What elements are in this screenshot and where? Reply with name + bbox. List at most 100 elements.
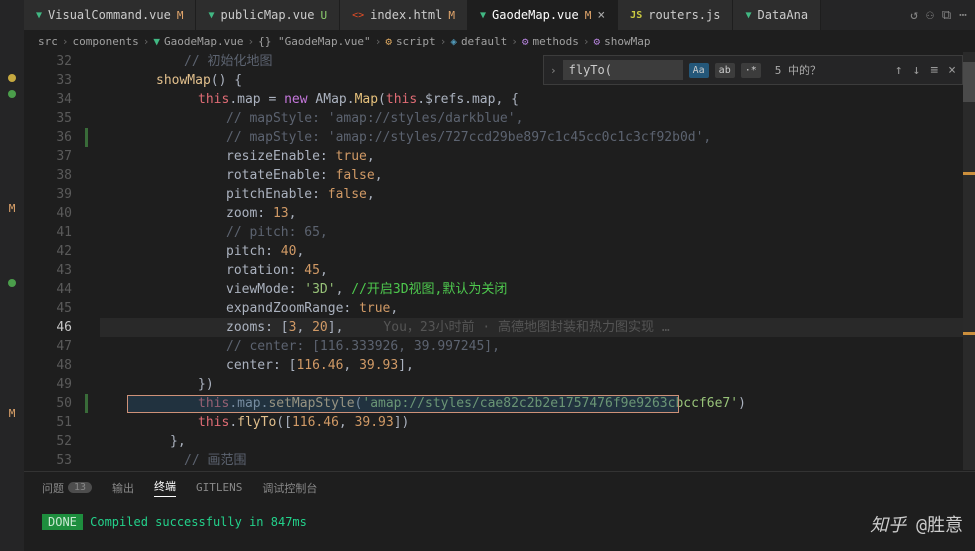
module-icon: ◈ — [450, 35, 457, 48]
code-text: // mapStyle: 'amap://styles/darkblue', — [226, 109, 523, 128]
code-text: // center: [116.333926, 39.997245], — [226, 337, 500, 356]
line-number: 53 — [24, 451, 72, 470]
people-icon[interactable]: ⚇ — [926, 8, 934, 23]
code-text: rotateEnable: — [226, 166, 336, 185]
code-text: 116.46 — [292, 413, 339, 432]
vue-icon: ▼ — [153, 35, 160, 48]
breadcrumbs[interactable]: src › components › ▼ GaodeMap.vue › {} "… — [24, 30, 975, 52]
breadcrumb-item[interactable]: default — [461, 35, 507, 48]
bottom-panel: 问题13 输出 终端 GITLENS 调试控制台 DONE Compiled s… — [24, 471, 975, 551]
breadcrumb-item[interactable]: components — [73, 35, 139, 48]
breadcrumb-item[interactable]: src — [38, 35, 58, 48]
code-text: , — [289, 204, 297, 223]
find-toggle-icon[interactable]: › — [550, 64, 557, 77]
code-text: , — [296, 318, 312, 337]
tab-terminal[interactable]: 终端 — [154, 478, 176, 497]
find-next-icon[interactable]: ↓ — [913, 63, 921, 78]
line-number: 34 — [24, 90, 72, 109]
code-text: .map = — [229, 90, 284, 109]
code-text: viewMode: — [226, 280, 304, 299]
tab-gitlens[interactable]: GITLENS — [196, 478, 242, 497]
find-result-info: 5 中的？ — [775, 62, 821, 78]
tab-dataana[interactable]: ▼ DataAna — [733, 0, 821, 30]
code-text: 45 — [304, 261, 320, 280]
more-icon[interactable]: ⋯ — [959, 8, 967, 23]
split-icon[interactable]: ⧉ — [942, 8, 951, 23]
tab-visualcommand[interactable]: ▼ VisualCommand.vue M — [24, 0, 196, 30]
chevron-right-icon: › — [511, 35, 518, 48]
code-text: showMap — [156, 71, 211, 90]
code-text: , — [339, 413, 355, 432]
code-text: ( — [378, 90, 386, 109]
breadcrumb-item[interactable]: methods — [533, 35, 579, 48]
chevron-right-icon: › — [247, 35, 254, 48]
code-text: .$refs.map, { — [417, 90, 519, 109]
line-number: 50 — [24, 394, 72, 413]
code-editor[interactable]: 32 33 34 35 36 37 38 39 40 41 42 43 44 4… — [24, 52, 975, 470]
line-number: 48 — [24, 356, 72, 375]
code-text: // pitch: 65, — [226, 223, 328, 242]
badge: 13 — [68, 482, 92, 493]
line-number: 46 — [24, 318, 72, 337]
git-status-m: M — [0, 407, 24, 420]
activity-dot — [8, 90, 16, 98]
code-text: this — [386, 90, 417, 109]
panel-tabs: 问题13 输出 终端 GITLENS 调试控制台 — [24, 472, 975, 503]
find-input[interactable] — [563, 60, 683, 80]
find-prev-icon[interactable]: ↑ — [895, 63, 903, 78]
code-text: .map. — [229, 394, 268, 413]
find-close-icon[interactable]: × — [948, 63, 956, 78]
code-text: '3D' — [304, 280, 335, 299]
activity-bar: M M — [0, 0, 24, 551]
tab-status: U — [320, 9, 327, 22]
terminal-output[interactable]: DONE Compiled successfully in 847ms — [24, 503, 975, 541]
breadcrumb-item[interactable]: GaodeMap.vue — [164, 35, 243, 48]
line-number: 45 — [24, 299, 72, 318]
code-text: // 初始化地图 — [184, 52, 272, 71]
code-text: 39.93 — [355, 413, 394, 432]
match-word-button[interactable]: ab — [715, 63, 735, 78]
line-number: 41 — [24, 223, 72, 242]
close-icon[interactable]: × — [597, 8, 605, 23]
find-selection-icon[interactable]: ≡ — [930, 63, 938, 78]
line-number: 51 — [24, 413, 72, 432]
code-text: true — [359, 299, 390, 318]
code-text: true — [336, 147, 367, 166]
history-icon[interactable]: ↺ — [910, 8, 918, 23]
tab-problems[interactable]: 问题13 — [42, 478, 92, 497]
code-text: setMapStyle — [268, 394, 354, 413]
tab-status: M — [448, 9, 455, 22]
breadcrumb-item[interactable]: {} "GaodeMap.vue" — [258, 35, 371, 48]
match-case-button[interactable]: Aa — [689, 63, 709, 78]
regex-button[interactable]: ·* — [741, 63, 761, 78]
code-text: ]) — [394, 413, 410, 432]
method-icon: ⚙ — [522, 35, 529, 48]
tab-publicmap[interactable]: ▼ publicMap.vue U — [196, 0, 340, 30]
code-text: zoom: — [226, 204, 273, 223]
tabs-actions: ↺ ⚇ ⧉ ⋯ — [902, 0, 975, 30]
code-content[interactable]: // 初始化地图 showMap() { this.map = new AMap… — [100, 52, 975, 470]
tab-routers[interactable]: JS routers.js — [618, 0, 733, 30]
scrollbar[interactable] — [963, 52, 975, 470]
tab-label: publicMap.vue — [221, 8, 315, 22]
line-number: 42 — [24, 242, 72, 261]
line-number: 52 — [24, 432, 72, 451]
chevron-right-icon: › — [143, 35, 150, 48]
line-number: 44 — [24, 280, 72, 299]
chevron-right-icon: › — [440, 35, 447, 48]
watermark: 知乎 @胜意 — [870, 511, 963, 537]
tab-label: GaodeMap.vue — [492, 8, 579, 22]
git-status-m: M — [0, 202, 24, 215]
code-text: 3 — [289, 318, 297, 337]
breadcrumb-item[interactable]: showMap — [604, 35, 650, 48]
breadcrumb-item[interactable]: script — [396, 35, 436, 48]
code-text: Map — [355, 90, 378, 109]
tab-output[interactable]: 输出 — [112, 478, 134, 497]
editor-tabs: ▼ VisualCommand.vue M ▼ publicMap.vue U … — [24, 0, 975, 30]
tab-gaodemap[interactable]: ▼ GaodeMap.vue M × — [468, 0, 618, 30]
code-text: // 画范围 — [184, 451, 246, 470]
tab-debug-console[interactable]: 调试控制台 — [262, 478, 317, 497]
vue-icon: ▼ — [36, 10, 42, 21]
tab-index-html[interactable]: <> index.html M — [340, 0, 468, 30]
code-text: 13 — [273, 204, 289, 223]
